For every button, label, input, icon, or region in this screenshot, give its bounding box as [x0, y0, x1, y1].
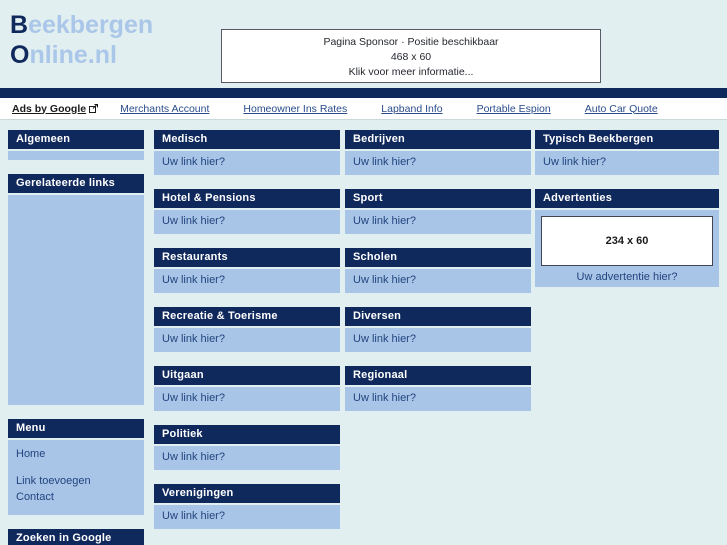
link-uw-link-hier[interactable]: Uw link hier? [162, 450, 332, 465]
link-uw-link-hier[interactable]: Uw link hier? [162, 155, 332, 170]
panel-body-uitgaan: Uw link hier? [154, 387, 340, 411]
sponsor-line-1: Pagina Sponsor · Positie beschikbaar [323, 36, 499, 48]
column-middle-1: Medisch Uw link hier? Hotel & Pensions U… [154, 130, 340, 543]
panel-title-bedrijven: Bedrijven [345, 130, 531, 149]
panel-sport: Sport Uw link hier? [345, 189, 531, 234]
menu-item-home[interactable]: Home [16, 446, 136, 462]
panel-body-gerelateerde-links [8, 195, 144, 405]
panel-body-diversen: Uw link hier? [345, 328, 531, 352]
panel-body-typisch-beekbergen: Uw link hier? [535, 151, 719, 175]
panel-body-medisch: Uw link hier? [154, 151, 340, 175]
ad-link-2[interactable]: Lapband Info [381, 103, 442, 115]
panel-title-hotel-pensions: Hotel & Pensions [154, 189, 340, 208]
logo-rest-1: eekbergen [28, 11, 154, 39]
panel-title-medisch: Medisch [154, 130, 340, 149]
panel-algemeen: Algemeen [8, 130, 144, 160]
link-uw-advertentie-hier[interactable]: Uw advertentie hier? [541, 271, 713, 283]
panel-diversen: Diversen Uw link hier? [345, 307, 531, 352]
panel-body-sport: Uw link hier? [345, 210, 531, 234]
menu-item-link-toevoegen[interactable]: Link toevoegen [16, 473, 136, 489]
column-right: Typisch Beekbergen Uw link hier? Adverte… [535, 130, 719, 301]
panel-title-politiek: Politiek [154, 425, 340, 444]
logo-cap-b: B [10, 11, 29, 39]
panel-advertenties: Advertenties 234 x 60 Uw advertentie hie… [535, 189, 719, 287]
sponsor-banner[interactable]: Pagina Sponsor · Positie beschikbaar 468… [221, 29, 601, 83]
panel-gerelateerde-links: Gerelateerde links [8, 174, 144, 405]
panel-body-algemeen [8, 151, 144, 160]
link-uw-link-hier[interactable]: Uw link hier? [353, 155, 523, 170]
column-left: Algemeen Gerelateerde links Menu Home Li… [8, 130, 144, 545]
ads-by-google-label[interactable]: Ads by Google [12, 102, 99, 115]
link-uw-link-hier[interactable]: Uw link hier? [162, 214, 332, 229]
google-ads-bar: Ads by Google Merchants Account Homeowne… [0, 98, 727, 120]
logo-cap-o: O [10, 41, 30, 69]
panel-restaurants: Restaurants Uw link hier? [154, 248, 340, 293]
panel-typisch-beekbergen: Typisch Beekbergen Uw link hier? [535, 130, 719, 175]
panel-scholen: Scholen Uw link hier? [345, 248, 531, 293]
panel-body-hotel-pensions: Uw link hier? [154, 210, 340, 234]
panel-title-zoeken-in-google: Zoeken in Google [8, 529, 144, 545]
panel-body-scholen: Uw link hier? [345, 269, 531, 293]
link-uw-link-hier[interactable]: Uw link hier? [162, 273, 332, 288]
main-content: Algemeen Gerelateerde links Menu Home Li… [0, 120, 727, 545]
navy-divider-bar [0, 88, 727, 98]
panel-title-algemeen: Algemeen [8, 130, 144, 149]
panel-zoeken-in-google: Zoeken in Google [8, 529, 144, 545]
panel-title-typisch-beekbergen: Typisch Beekbergen [535, 130, 719, 149]
logo-rest-2: nline.nl [29, 41, 117, 69]
panel-body-restaurants: Uw link hier? [154, 269, 340, 293]
page-root: Beekbergen Online.nl Pagina Sponsor · Po… [0, 0, 727, 545]
panel-title-sport: Sport [345, 189, 531, 208]
panel-medisch: Medisch Uw link hier? [154, 130, 340, 175]
site-header: Beekbergen Online.nl Pagina Sponsor · Po… [0, 0, 727, 88]
panel-title-gerelateerde-links: Gerelateerde links [8, 174, 144, 193]
panel-hotel-pensions: Hotel & Pensions Uw link hier? [154, 189, 340, 234]
ad-link-4[interactable]: Auto Car Quote [585, 103, 658, 115]
link-uw-link-hier[interactable]: Uw link hier? [353, 214, 523, 229]
panel-title-diversen: Diversen [345, 307, 531, 326]
panel-body-bedrijven: Uw link hier? [345, 151, 531, 175]
menu-item-contact[interactable]: Contact [16, 489, 136, 505]
ad-link-1[interactable]: Homeowner Ins Rates [243, 103, 347, 115]
panel-title-uitgaan: Uitgaan [154, 366, 340, 385]
link-uw-link-hier[interactable]: Uw link hier? [353, 273, 523, 288]
panel-body-menu: Home Link toevoegen Contact [8, 440, 144, 515]
sponsor-line-2: 468 x 60 [390, 51, 432, 63]
panel-bedrijven: Bedrijven Uw link hier? [345, 130, 531, 175]
panel-body-regionaal: Uw link hier? [345, 387, 531, 411]
panel-title-restaurants: Restaurants [154, 248, 340, 267]
panel-title-regionaal: Regionaal [345, 366, 531, 385]
panel-title-advertenties: Advertenties [535, 189, 719, 208]
panel-title-verenigingen: Verenigingen [154, 484, 340, 503]
panel-title-scholen: Scholen [345, 248, 531, 267]
ad-placeholder-234x60[interactable]: 234 x 60 [541, 216, 713, 266]
panel-menu: Menu Home Link toevoegen Contact [8, 419, 144, 515]
panel-regionaal: Regionaal Uw link hier? [345, 366, 531, 411]
panel-politiek: Politiek Uw link hier? [154, 425, 340, 470]
link-uw-link-hier[interactable]: Uw link hier? [162, 391, 332, 406]
panel-body-recreatie-toerisme: Uw link hier? [154, 328, 340, 352]
link-uw-link-hier[interactable]: Uw link hier? [162, 509, 332, 524]
panel-title-menu: Menu [8, 419, 144, 438]
menu-spacer [16, 462, 136, 473]
link-uw-link-hier[interactable]: Uw link hier? [353, 391, 523, 406]
panel-verenigingen: Verenigingen Uw link hier? [154, 484, 340, 529]
panel-body-advertenties: 234 x 60 Uw advertentie hier? [535, 210, 719, 287]
ad-link-3[interactable]: Portable Espion [477, 103, 551, 115]
panel-recreatie-toerisme: Recreatie & Toerisme Uw link hier? [154, 307, 340, 352]
column-middle-2: Bedrijven Uw link hier? Sport Uw link hi… [345, 130, 531, 425]
panel-uitgaan: Uitgaan Uw link hier? [154, 366, 340, 411]
panel-body-politiek: Uw link hier? [154, 446, 340, 470]
panel-body-verenigingen: Uw link hier? [154, 505, 340, 529]
ad-link-0[interactable]: Merchants Account [120, 103, 209, 115]
ads-by-google-text: Ads by Google [12, 102, 87, 115]
sponsor-line-3: Klik voor meer informatie... [348, 66, 474, 78]
link-uw-link-hier[interactable]: Uw link hier? [543, 155, 711, 170]
panel-title-recreatie-toerisme: Recreatie & Toerisme [154, 307, 340, 326]
external-link-icon [89, 104, 99, 113]
link-uw-link-hier[interactable]: Uw link hier? [162, 332, 332, 347]
link-uw-link-hier[interactable]: Uw link hier? [353, 332, 523, 347]
site-logo[interactable]: Beekbergen Online.nl [10, 10, 153, 70]
